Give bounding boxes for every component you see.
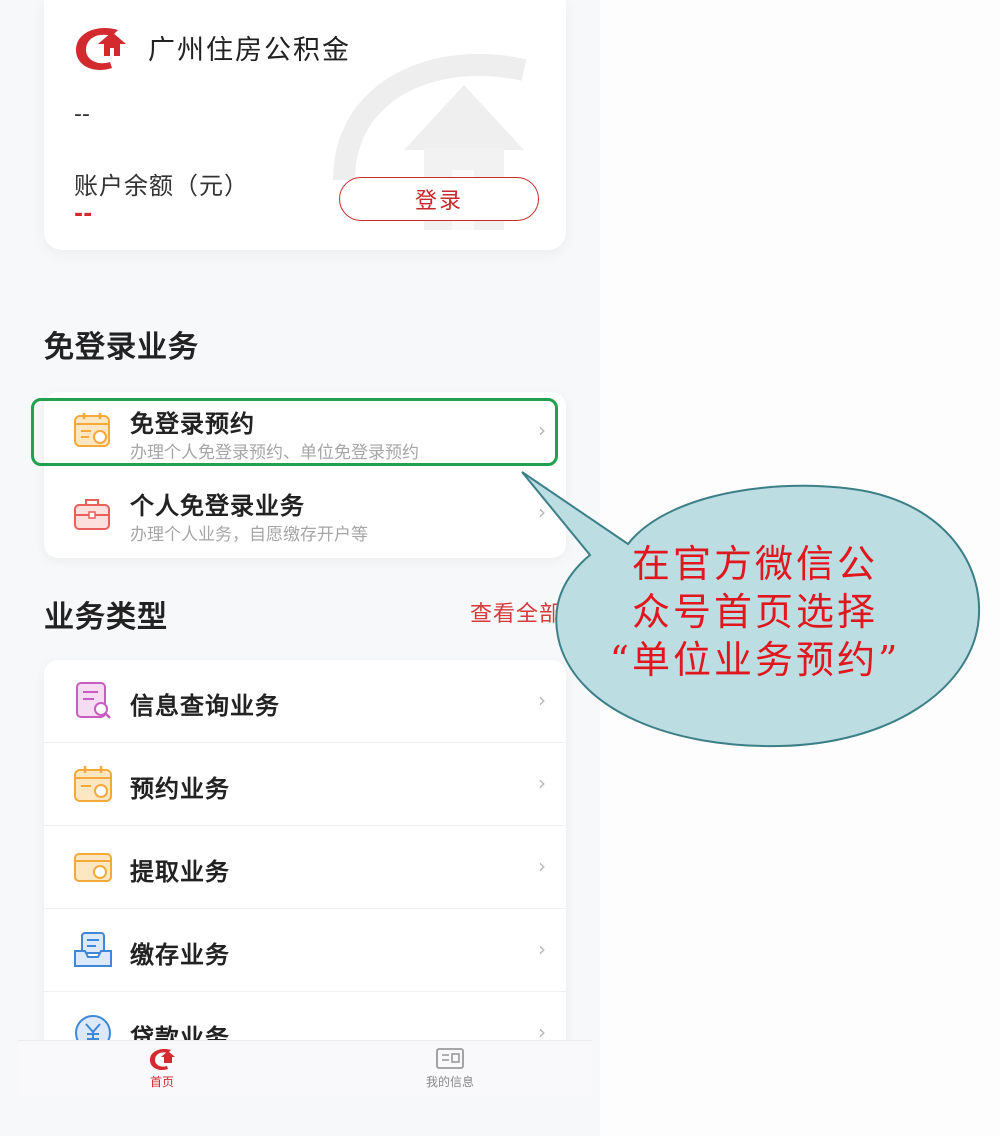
quick-services-title: 免登录业务 (44, 330, 199, 365)
login-button[interactable]: 登录 (339, 177, 539, 221)
account-card: 广州住房公积金 -- 账户余额（元） -- 登录 (44, 0, 566, 250)
tab-home-label: 首页 (149, 1075, 174, 1089)
list-item-withdrawal[interactable]: 提取业务 › (44, 826, 566, 909)
balance-value: -- (74, 202, 93, 227)
personal-service-subtitle: 办理个人业务，自愿缴存开户等 (130, 525, 368, 545)
callout-line: 在官方微信公 (631, 542, 878, 586)
balance-label: 账户余额（元） (74, 172, 249, 200)
info-query-label: 信息查询业务 (130, 692, 280, 720)
gjj-logo-icon (76, 28, 126, 70)
account-number: -- (74, 102, 90, 127)
callout-line: 众号首页选择 (631, 590, 878, 634)
chevron-right-icon: › (538, 937, 546, 961)
business-types-card: 信息查询业务 › 预约业务 › 提取业务 › 缴存业务 › 贷款业务 › (44, 660, 566, 1060)
business-types-title: 业务类型 (44, 600, 168, 635)
document-search-icon (76, 682, 111, 719)
deposit-tray-icon (74, 932, 112, 967)
tab-home[interactable]: 首页 (102, 1045, 222, 1090)
chevron-right-icon: › (538, 854, 546, 878)
deposit-label: 缴存业务 (130, 941, 230, 969)
id-card-icon (436, 1048, 464, 1069)
chevron-right-icon: › (538, 771, 546, 795)
personal-service-title: 个人免登录业务 (130, 492, 305, 520)
home-logo-icon (150, 1049, 175, 1070)
list-item-appointment-business[interactable]: 预约业务 › (44, 743, 566, 826)
tab-bar: 首页 我的信息 (18, 1040, 592, 1096)
callout-line: “单位业务预约” (609, 638, 901, 682)
calendar-icon (74, 766, 112, 802)
brand-name: 广州住房公积金 (148, 35, 351, 66)
list-item-personal-service[interactable]: 个人免登录业务 办理个人业务，自愿缴存开户等 › (44, 476, 566, 558)
withdrawal-label: 提取业务 (130, 858, 230, 886)
tab-my-info[interactable]: 我的信息 (390, 1045, 510, 1090)
list-item-deposit[interactable]: 缴存业务 › (44, 909, 566, 992)
highlight-box (31, 398, 558, 466)
appointment-business-label: 预约业务 (130, 775, 230, 803)
list-item-info-query[interactable]: 信息查询业务 › (44, 660, 566, 743)
withdraw-card-icon (74, 853, 112, 882)
briefcase-icon (74, 499, 110, 530)
callout-text: 在官方微信公 众号首页选择 “单位业务预约” (605, 540, 905, 684)
tab-my-info-label: 我的信息 (425, 1075, 474, 1089)
